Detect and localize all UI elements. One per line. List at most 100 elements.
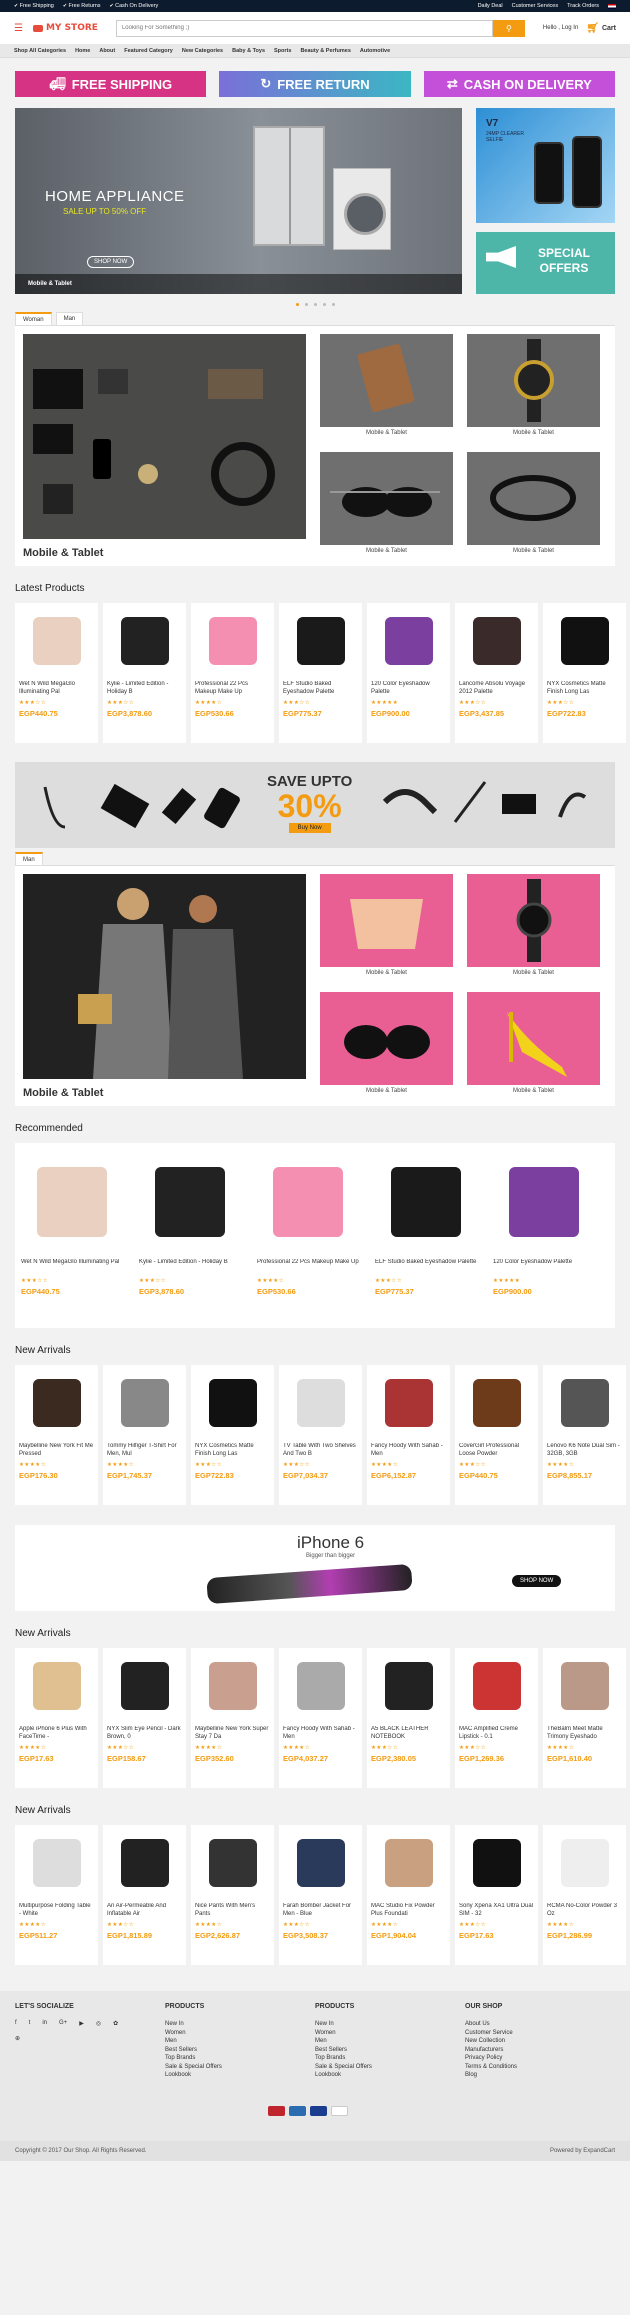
product-name[interactable]: Kylie - Limited Edition - Holiday B bbox=[107, 681, 182, 697]
product-card[interactable]: RCMA No-Color Powder 3 Oz ★★★★☆ EGP1,286.9… bbox=[543, 1825, 626, 1965]
nav-automotive[interactable]: Automotive bbox=[360, 48, 390, 54]
iphone-banner[interactable]: iPhone 6 Bigger than bigger SHOP NOW bbox=[15, 1525, 615, 1611]
product-name[interactable]: Maybelline New York Super Stay 7 Da bbox=[195, 1726, 270, 1742]
product-name[interactable]: Sony Xperia XA1 Ultra Dual SIM - 32 bbox=[459, 1903, 534, 1919]
featured-main-image[interactable] bbox=[23, 334, 306, 539]
featured-cell[interactable]: Mobile & Tablet bbox=[320, 334, 453, 439]
product-card[interactable]: CoverGirl Professional Loose Powder ★★★☆☆… bbox=[455, 1365, 538, 1505]
footer-link[interactable]: Women bbox=[165, 2029, 315, 2038]
nav-sports[interactable]: Sports bbox=[274, 48, 291, 54]
product-card[interactable]: TV Table With Two Shelves And Two B ★★★☆☆… bbox=[279, 1365, 362, 1505]
featured-cell[interactable]: Mobile & Tablet bbox=[320, 451, 453, 557]
free-shipping-link[interactable]: Free Shipping bbox=[14, 3, 54, 9]
shop-now-button[interactable]: SHOP NOW bbox=[87, 256, 135, 268]
slider-dot[interactable] bbox=[322, 303, 326, 306]
login-link[interactable]: Hello , Log In bbox=[543, 25, 578, 31]
daily-deal-link[interactable]: Daily Deal bbox=[478, 3, 503, 9]
footer-link[interactable]: New In bbox=[315, 2020, 465, 2029]
search-button[interactable]: ⚲ bbox=[492, 19, 525, 37]
product-card[interactable]: Sony Xperia XA1 Ultra Dual SIM - 32 ★★★☆☆… bbox=[455, 1825, 538, 1965]
logo[interactable]: MY STORE bbox=[32, 23, 98, 33]
social-icon[interactable]: ◎ bbox=[96, 2020, 101, 2027]
product-card[interactable]: NYX Slim Eye Pencil - Dark Brown, 0 ★★★☆☆… bbox=[103, 1648, 186, 1788]
free-returns-link[interactable]: Free Returns bbox=[63, 3, 100, 9]
product-card[interactable]: Professional 22 Pcs Makeup Make Up ★★★★☆ E… bbox=[251, 1143, 365, 1328]
product-name[interactable]: 120 Color Eyeshadow Palette bbox=[371, 681, 446, 697]
footer-link[interactable]: New In bbox=[165, 2020, 315, 2029]
footer-link[interactable]: Sale & Special Offers bbox=[315, 2063, 465, 2072]
product-card[interactable]: Nice Pants With Men's Pants ★★★★☆ EGP2,626… bbox=[191, 1825, 274, 1965]
product-card[interactable]: Professional 22 Pcs Makeup Make Up ★★★★☆ E… bbox=[191, 603, 274, 743]
gadget-sale-banner[interactable]: SAVE UPTO 30% Buy Now bbox=[15, 762, 615, 848]
product-name[interactable]: ELF Studio Baked Eyeshadow Palette bbox=[283, 681, 358, 697]
product-card[interactable]: Apple iPhone 6 Plus With FaceTime - ★★★★☆… bbox=[15, 1648, 98, 1788]
product-name[interactable]: Lenovo K6 Note Dual Sim - 32GB, 3GB bbox=[547, 1443, 622, 1459]
product-name[interactable]: Multipurpose Folding Table - White bbox=[19, 1903, 94, 1919]
featured-main-image[interactable] bbox=[23, 874, 306, 1079]
product-card[interactable]: ELF Studio Baked Eyeshadow Palette ★★★☆☆ E… bbox=[279, 603, 362, 743]
footer-link[interactable]: Men bbox=[165, 2037, 315, 2046]
product-name[interactable]: ELF Studio Baked Eyeshadow Palette bbox=[375, 1259, 477, 1275]
footer-link[interactable]: Privacy Policy bbox=[465, 2054, 615, 2063]
product-card[interactable]: MAC Studio Fix Powder Plus Foundati ★★★★☆… bbox=[367, 1825, 450, 1965]
customer-services-link[interactable]: Customer Services bbox=[512, 3, 558, 9]
product-name[interactable]: TV Table With Two Shelves And Two B bbox=[283, 1443, 358, 1459]
footer-link[interactable]: Top Brands bbox=[315, 2054, 465, 2063]
featured-cell[interactable]: Mobile & Tablet bbox=[467, 334, 600, 439]
nav-featured[interactable]: Featured Category bbox=[124, 48, 173, 54]
hero-slider[interactable]: HOME APPLIANCE SALE UP TO 50% OFF SHOP N… bbox=[15, 108, 462, 294]
product-name[interactable]: Fancy Hoody With Sahab - Men bbox=[283, 1726, 358, 1742]
product-card[interactable]: NYX Cosmetics Matte Finish Long Las ★★★☆☆… bbox=[191, 1365, 274, 1505]
slider-dot[interactable] bbox=[304, 303, 308, 306]
footer-link[interactable]: Women bbox=[315, 2029, 465, 2038]
footer-link[interactable]: Top Brands bbox=[165, 2054, 315, 2063]
product-card[interactable]: Maybelline New York Super Stay 7 Da ★★★★☆… bbox=[191, 1648, 274, 1788]
promo-free-return[interactable]: ↻ FREE RETURN bbox=[219, 71, 411, 97]
footer-link[interactable]: Lookbook bbox=[165, 2071, 315, 2080]
product-name[interactable]: Fancy Hoody With Sahab - Men bbox=[371, 1443, 446, 1459]
footer-link[interactable]: Best Sellers bbox=[315, 2046, 465, 2055]
v7-banner[interactable]: V7 24MP CLEARER SELFIE bbox=[476, 108, 615, 223]
social-icon[interactable]: f bbox=[15, 2020, 17, 2027]
featured-cell[interactable]: Mobile & Tablet bbox=[467, 874, 600, 979]
social-icon[interactable]: ✿ bbox=[113, 2020, 118, 2027]
footer-link[interactable]: Sale & Special Offers bbox=[165, 2063, 315, 2072]
promo-free-shipping[interactable]: 🚚︎ FREE SHIPPING bbox=[15, 71, 207, 97]
product-card[interactable]: Kylie - Limited Edition - Holiday B ★★★☆☆… bbox=[103, 603, 186, 743]
featured-cell[interactable]: Mobile & Tablet bbox=[320, 991, 453, 1097]
product-card[interactable]: A5 BLACK LEATHER NOTEBOOK ★★★☆☆ EGP2,380.0… bbox=[367, 1648, 450, 1788]
product-name[interactable]: Tommy Hilfiger T-Shirt For Men, Mul bbox=[107, 1443, 182, 1459]
product-card[interactable]: Lancome Absolu Voyage 2012 Palette ★★★☆☆ E… bbox=[455, 603, 538, 743]
product-name[interactable]: Apple iPhone 6 Plus With FaceTime - bbox=[19, 1726, 94, 1742]
footer-link[interactable]: Blog bbox=[465, 2071, 615, 2080]
special-offers-banner[interactable]: SPECIAL OFFERS bbox=[476, 232, 615, 294]
footer-link[interactable]: New Collection bbox=[465, 2037, 615, 2046]
track-orders-link[interactable]: Track Orders bbox=[567, 3, 599, 9]
social-icon[interactable]: ⊕ bbox=[15, 2035, 20, 2042]
slider-dot[interactable] bbox=[331, 303, 335, 306]
buy-now-button[interactable]: Buy Now bbox=[288, 823, 331, 833]
product-name[interactable]: Wet N Wild MegaGlo Illuminating Pal bbox=[21, 1259, 123, 1275]
product-card[interactable]: MAC Amplified Creme Lipstick - 0.1 ★★★☆☆ E… bbox=[455, 1648, 538, 1788]
nav-all-categories[interactable]: Shop All Categories bbox=[14, 48, 66, 54]
product-name[interactable]: Nice Pants With Men's Pants bbox=[195, 1903, 270, 1919]
nav-new-categories[interactable]: New Categories bbox=[182, 48, 223, 54]
product-name[interactable]: MAC Studio Fix Powder Plus Foundati bbox=[371, 1903, 446, 1919]
product-card[interactable]: 120 Color Eyeshadow Palette ★★★★★ EGP900.0… bbox=[367, 603, 450, 743]
product-card[interactable]: Wet N Wild MegaGlo Illuminating Pal ★★★☆☆… bbox=[15, 1143, 129, 1328]
product-card[interactable]: 120 Color Eyeshadow Palette ★★★★★ EGP900.0… bbox=[487, 1143, 601, 1328]
cart-button[interactable]: 🛒︎ Cart bbox=[586, 23, 616, 34]
footer-link[interactable]: Customer Service bbox=[465, 2029, 615, 2038]
menu-icon[interactable]: ☰ bbox=[14, 23, 23, 34]
product-name[interactable]: MAC Amplified Creme Lipstick - 0.1 bbox=[459, 1726, 534, 1742]
product-name[interactable]: An Air-Permeable And Inflatable Air bbox=[107, 1903, 182, 1919]
nav-about[interactable]: About bbox=[99, 48, 115, 54]
product-name[interactable]: Wet N Wild MegaGlo Illuminating Pal bbox=[19, 681, 94, 697]
featured-cell[interactable]: Mobile & Tablet bbox=[467, 451, 600, 557]
social-icon[interactable]: ▶ bbox=[79, 2020, 84, 2027]
footer-link[interactable]: About Us bbox=[465, 2020, 615, 2029]
product-card[interactable]: Maybelline New York Fit Me Pressed ★★★★☆ E… bbox=[15, 1365, 98, 1505]
social-icon[interactable]: G+ bbox=[59, 2020, 67, 2027]
product-card[interactable]: NYX Cosmetics Matte Finish Long Las ★★★☆☆… bbox=[543, 603, 626, 743]
cod-link[interactable]: Cash On Delivery bbox=[110, 3, 158, 9]
